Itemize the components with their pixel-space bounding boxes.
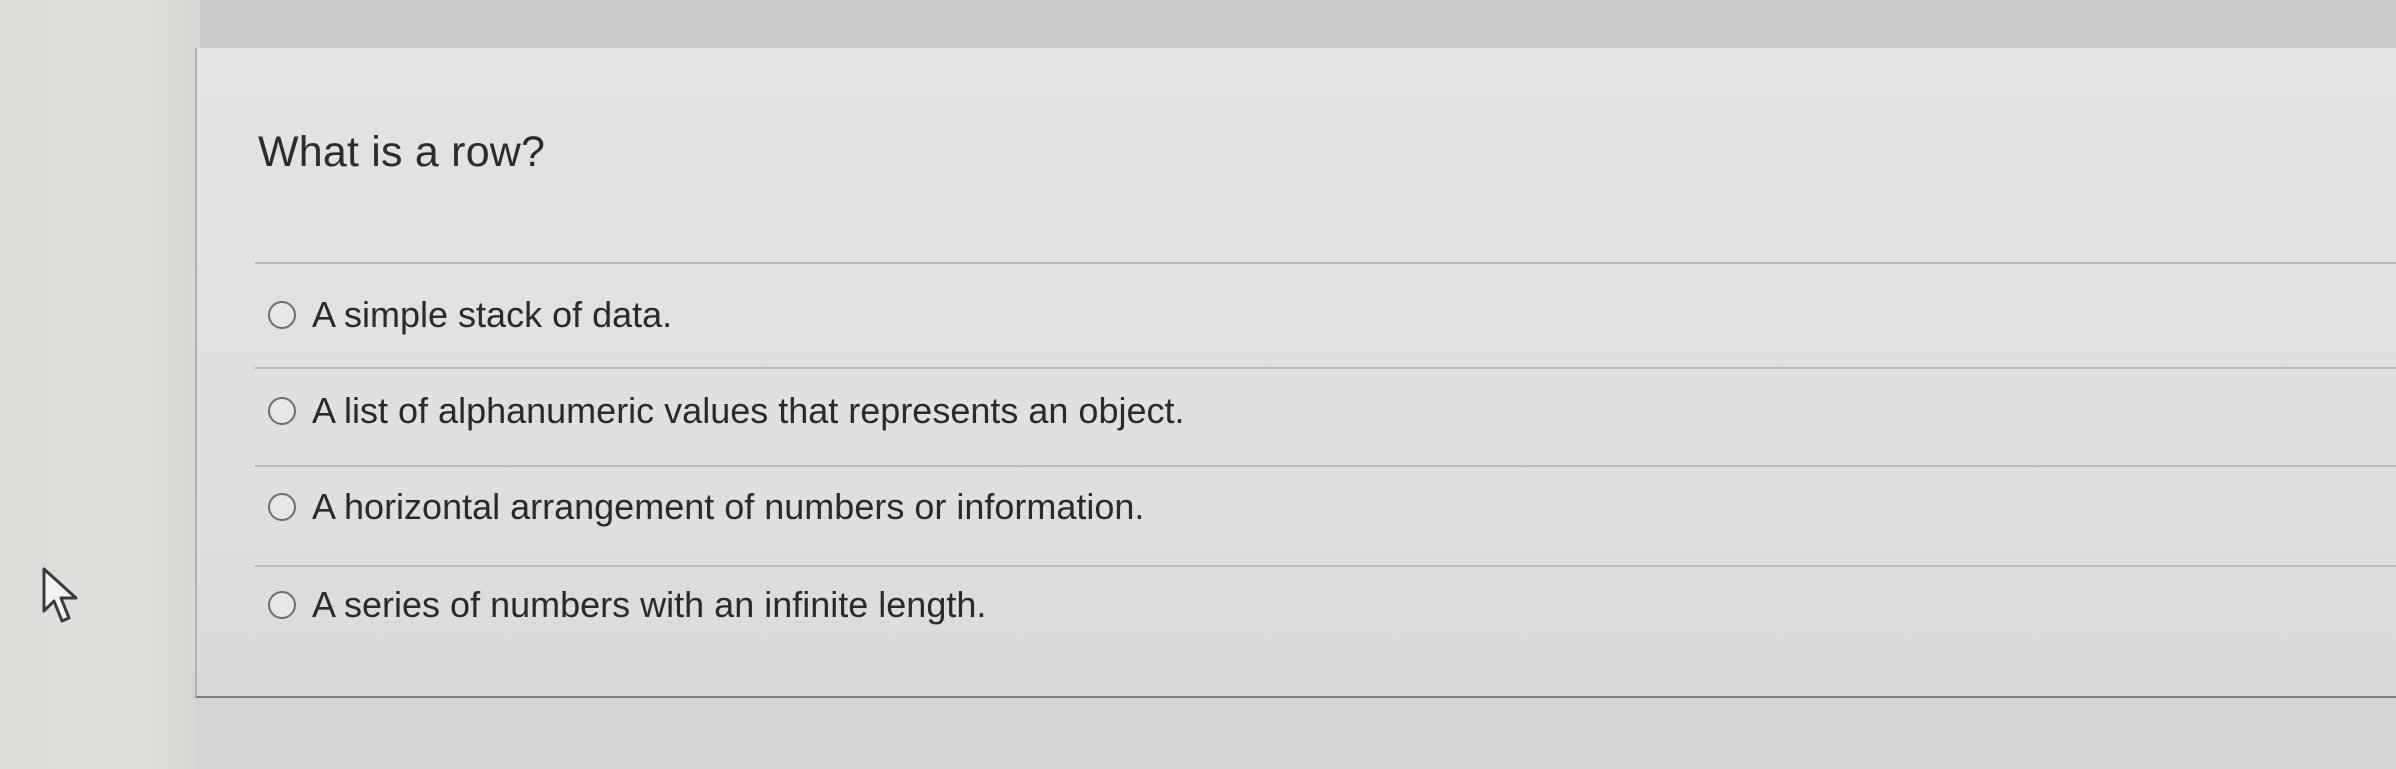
answer-option-3[interactable]: A horizontal arrangement of numbers or i… [268, 477, 1144, 537]
radio-button-icon[interactable] [268, 397, 296, 425]
radio-button-icon[interactable] [268, 493, 296, 521]
radio-button-icon[interactable] [268, 301, 296, 329]
answer-option-4[interactable]: A series of numbers with an infinite len… [268, 575, 986, 635]
mouse-pointer-icon [42, 567, 78, 623]
answer-option-label: A series of numbers with an infinite len… [312, 584, 987, 625]
answer-option-2[interactable]: A list of alphanumeric values that repre… [268, 381, 1185, 441]
answer-option-label: A simple stack of data. [312, 294, 673, 335]
divider [255, 465, 2396, 467]
page-margin [0, 0, 200, 769]
divider [255, 367, 2396, 369]
answer-option-label: A list of alphanumeric values that repre… [312, 390, 1185, 431]
answer-option-1[interactable]: A simple stack of data. [268, 285, 672, 345]
question-text: What is a row? [258, 128, 546, 176]
divider [255, 262, 2396, 264]
radio-button-icon[interactable] [268, 591, 296, 619]
answer-option-label: A horizontal arrangement of numbers or i… [312, 486, 1145, 527]
top-bar [200, 0, 2396, 50]
divider [255, 565, 2396, 567]
page-background [195, 698, 2396, 769]
